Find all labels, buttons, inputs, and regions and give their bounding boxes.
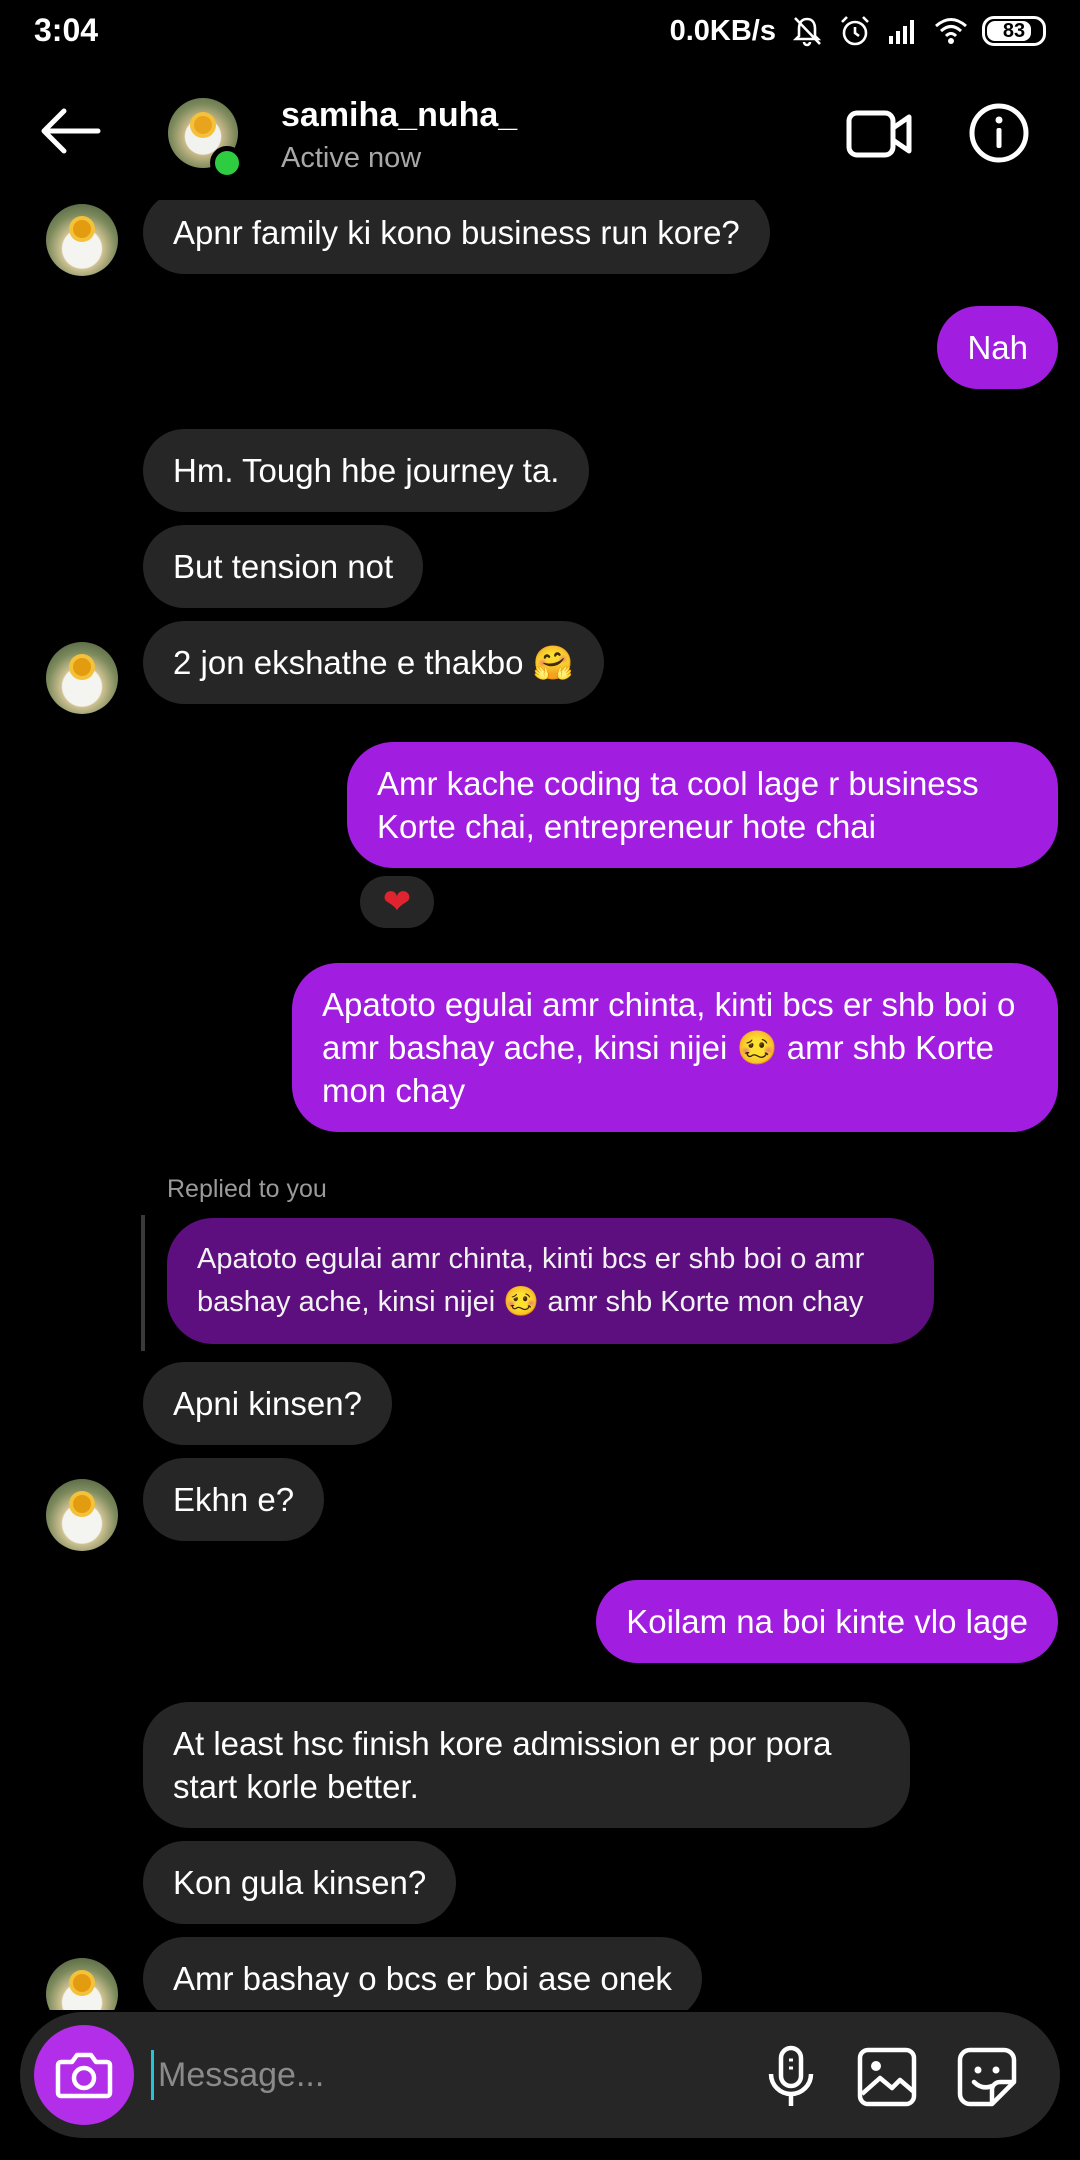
video-call-icon[interactable] [846,108,912,160]
incoming-message[interactable]: Kon gula kinsen? [143,1841,457,1924]
outgoing-message[interactable]: Apatoto egulai amr chinta, kinti bcs er … [292,963,1058,1132]
outgoing-message[interactable]: Koilam na boi kinte vlo lage [596,1580,1058,1663]
incoming-message[interactable]: At least hsc finish kore admission er po… [143,1702,910,1828]
gallery-icon[interactable] [852,2042,922,2112]
camera-button[interactable] [34,2025,134,2125]
back-arrow-icon[interactable] [36,106,106,156]
incoming-message[interactable]: Apni kinsen? [143,1362,392,1445]
incoming-message[interactable]: 2 jon ekshathe e thakbo 🤗 [143,621,604,704]
incoming-message[interactable]: But tension not [143,525,424,608]
reply-indicator-bar [141,1215,145,1351]
incoming-message[interactable]: Hm. Tough hbe journey ta. [143,429,590,512]
sender-avatar[interactable] [46,1479,118,1551]
status-time: 3:04 [34,12,99,48]
username[interactable]: samiha_nuha_ [281,96,517,135]
battery-icon: 83 [982,16,1046,46]
sender-avatar[interactable] [46,1958,118,2010]
mute-bell-icon [792,17,822,47]
sender-avatar[interactable] [46,642,118,714]
status-icons: 0.0KB/s 83 [670,12,1046,50]
signal-icon [889,20,914,44]
incoming-message[interactable]: Apnr family ki kono business run kore? [143,200,770,274]
status-bar: 3:04 0.0KB/s 83 [0,0,1080,62]
chat-header: samiha_nuha_ Active now [0,62,1080,212]
heart-reaction[interactable]: ❤ [356,872,438,932]
message-thread[interactable]: Apnr family ki kono business run kore? N… [0,200,1080,2010]
incoming-message[interactable]: Ekhn e? [143,1458,325,1541]
wifi-icon [935,18,967,44]
network-speed: 0.0KB/s [669,14,776,47]
message-composer: Message... [20,2012,1060,2138]
outgoing-message[interactable]: Nah [937,306,1058,389]
replied-label: Replied to you [167,1175,327,1203]
microphone-icon[interactable] [756,2042,826,2112]
battery-level: 83 [1002,19,1026,42]
online-indicator [210,146,244,180]
active-status: Active now [281,142,422,174]
info-icon[interactable] [968,102,1030,164]
camera-icon [55,2052,113,2099]
quoted-reply[interactable]: Apatoto egulai amr chinta, kinti bcs er … [167,1218,934,1344]
sender-avatar[interactable] [46,204,118,276]
alarm-icon [841,16,869,46]
sticker-icon[interactable] [952,2042,1022,2112]
incoming-message[interactable]: Amr bashay o bcs er boi ase onek [143,1937,702,2010]
message-input[interactable]: Message... [151,2050,324,2100]
outgoing-message[interactable]: Amr kache coding ta cool lage r business… [347,742,1058,868]
